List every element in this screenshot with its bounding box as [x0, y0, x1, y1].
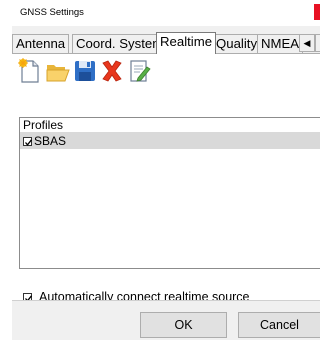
tab-antenna[interactable]: Antenna [12, 34, 70, 53]
ok-button[interactable]: OK [140, 312, 227, 338]
profiles-header: Profiles [20, 118, 320, 133]
tab-realtime[interactable]: Realtime [156, 32, 217, 54]
title-bar: GNSS Settings [0, 0, 320, 26]
tab-quality[interactable]: Quality [212, 34, 262, 53]
tab-strip: Antenna Coord. System Realtime Quality N… [12, 32, 320, 54]
button-bar: OK Cancel [12, 300, 320, 340]
tab-nmea[interactable]: NMEA [257, 34, 304, 53]
edit-document-icon[interactable] [126, 58, 152, 84]
new-document-icon[interactable] [18, 58, 44, 84]
tab-scroll-left-icon[interactable]: ◀ [299, 34, 315, 52]
profiles-list[interactable]: Profiles SBAS [19, 117, 320, 269]
window-title: GNSS Settings [20, 7, 84, 18]
dialog: Antenna Coord. System Realtime Quality N… [12, 26, 320, 340]
save-floppy-icon[interactable] [72, 58, 98, 84]
profile-label: SBAS [34, 134, 67, 148]
tab-coord-system[interactable]: Coord. System [72, 34, 168, 53]
cancel-button[interactable]: Cancel [238, 312, 320, 338]
delete-x-icon[interactable] [99, 58, 125, 84]
list-item-sbas[interactable]: SBAS [20, 133, 320, 149]
close-button[interactable] [314, 4, 320, 20]
realtime-panel: Profiles SBAS Automatically connect real… [12, 53, 320, 304]
open-folder-icon[interactable] [45, 58, 71, 84]
tab-scroll-right-icon[interactable] [315, 34, 320, 52]
sbas-checkbox[interactable] [23, 136, 33, 146]
